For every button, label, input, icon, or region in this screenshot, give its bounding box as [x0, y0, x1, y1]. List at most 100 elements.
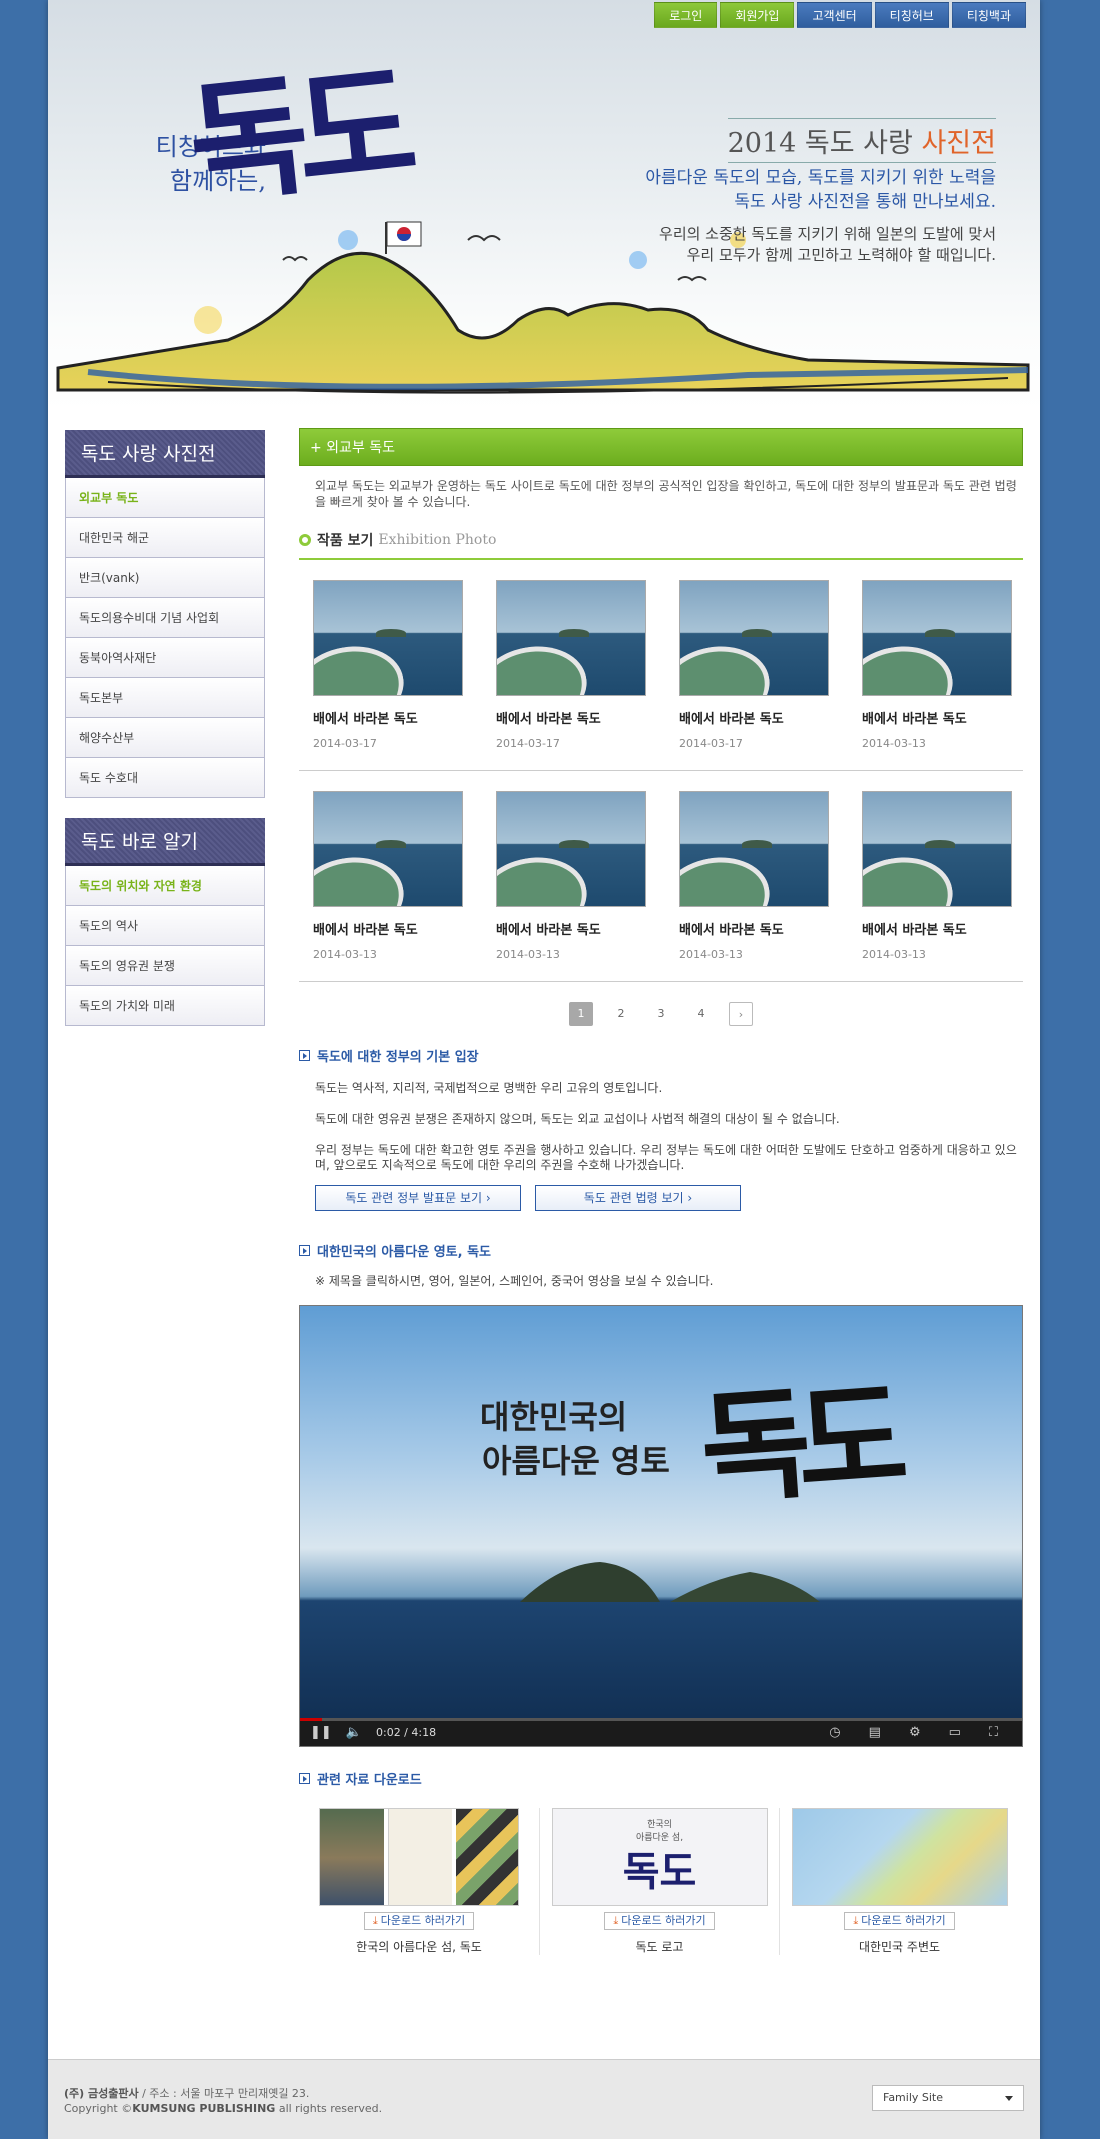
- play-bullet-icon: [299, 1773, 310, 1784]
- download-section-title: 관련 자료 다운로드: [317, 1773, 422, 1788]
- gov-laws-button[interactable]: 독도 관련 법령 보기 ›: [535, 1185, 741, 1211]
- sidebar: 독도 사랑 사진전 외교부 독도 대한민국 해군 반크(vank) 독도의용수비…: [65, 430, 265, 1046]
- sidebar-item-vank[interactable]: 반크(vank): [65, 558, 265, 598]
- nav-teaching-encyclopedia[interactable]: 티칭백과: [951, 2, 1026, 28]
- video-heading: 대한민국의 아름다운 영토, 독도: [299, 1241, 1023, 1260]
- gallery-item[interactable]: 배에서 바라본 독도 2014-03-17: [679, 580, 829, 750]
- photo-thumbnail[interactable]: [679, 580, 829, 696]
- watch-later-icon[interactable]: ◷: [829, 1725, 840, 1740]
- gallery-item[interactable]: 배에서 바라본 독도 2014-03-13: [862, 791, 1012, 961]
- book-cover-image: [319, 1808, 519, 1906]
- gallery-item[interactable]: 배에서 바라본 독도 2014-03-17: [496, 580, 646, 750]
- dokdo-logo-image: 한국의 아름다운 섬, 독도: [551, 1808, 768, 1906]
- exhibition-title: 작품 보기: [317, 533, 374, 549]
- gov-statements-button[interactable]: 독도 관련 정부 발표문 보기 ›: [315, 1185, 521, 1211]
- page-1[interactable]: 1: [569, 1002, 593, 1026]
- footer: (주) 금성출판사 / 주소 : 서울 마포구 만리재옛길 23. Copyri…: [48, 2059, 1040, 2139]
- photo-caption[interactable]: 배에서 바라본 독도: [679, 919, 829, 938]
- download-button[interactable]: ⤓ 다운로드 하러가기: [844, 1912, 955, 1930]
- photo-caption[interactable]: 배에서 바라본 독도: [862, 708, 1012, 727]
- download-button[interactable]: ⤓ 다운로드 하러가기: [604, 1912, 715, 1930]
- island-silhouette: [520, 1562, 820, 1602]
- video-title-line2: 아름다운 영토: [482, 1442, 670, 1480]
- play-bullet-icon: [299, 1245, 310, 1256]
- theater-mode-icon[interactable]: ▭: [949, 1725, 961, 1740]
- sidebar-item-dokdo-headquarters[interactable]: 독도본부: [65, 678, 265, 718]
- photo-caption[interactable]: 배에서 바라본 독도: [313, 919, 463, 938]
- next-page-icon[interactable]: ›: [729, 1002, 753, 1026]
- photo-caption[interactable]: 배에서 바라본 독도: [679, 708, 829, 727]
- family-site-select[interactable]: Family Site: [872, 2085, 1024, 2111]
- download-item-name: 한국의 아름다운 섬, 독도: [356, 1940, 482, 1954]
- sidebar-item-dokdo-guardians[interactable]: 독도 수호대: [65, 758, 265, 798]
- exhibition-header: 작품 보기 Exhibition Photo: [299, 530, 1023, 560]
- photo-thumbnail[interactable]: [496, 580, 646, 696]
- download-arrow-icon: ⤓: [613, 1914, 619, 1927]
- photo-thumbnail[interactable]: [862, 580, 1012, 696]
- photo-caption[interactable]: 배에서 바라본 독도: [496, 919, 646, 938]
- nav-signup[interactable]: 회원가입: [720, 2, 795, 28]
- photo-caption[interactable]: 배에서 바라본 독도: [496, 708, 646, 727]
- event-description: 우리의 소중한 독도를 지키기 위해 일본의 도발에 맞서 우리 모두가 함께 …: [659, 225, 996, 264]
- circle-bullet-icon: [299, 534, 311, 546]
- sidebar-item-volunteer-guard[interactable]: 독도의용수비대 기념 사업회: [65, 598, 265, 638]
- photo-thumbnail[interactable]: [862, 791, 1012, 907]
- pause-icon[interactable]: ❚❚: [310, 1725, 332, 1740]
- photo-date: 2014-03-13: [862, 948, 926, 961]
- exhibition-title-en: Exhibition Photo: [378, 532, 497, 548]
- photo-caption[interactable]: 배에서 바라본 독도: [862, 919, 1012, 938]
- fullscreen-icon[interactable]: ⛶: [989, 1725, 998, 1740]
- sidebar-item-dispute[interactable]: 독도의 영유권 분쟁: [65, 946, 265, 986]
- settings-gear-icon[interactable]: ⚙: [909, 1725, 921, 1740]
- gallery-item[interactable]: 배에서 바라본 독도 2014-03-17: [313, 580, 463, 750]
- photo-date: 2014-03-13: [313, 948, 377, 961]
- sidebar-item-location[interactable]: 독도의 위치와 자연 환경: [65, 866, 265, 906]
- video-progress-bar[interactable]: [300, 1718, 1022, 1721]
- sidebar-item-history[interactable]: 독도의 역사: [65, 906, 265, 946]
- gov-position-heading: 독도에 대한 정부의 기본 입장: [299, 1046, 1023, 1065]
- nav-teaching-hub[interactable]: 티칭허브: [874, 2, 949, 28]
- sidebar-item-mofa[interactable]: 외교부 독도: [65, 478, 265, 518]
- photo-thumbnail[interactable]: [679, 791, 829, 907]
- download-list: ⤓ 다운로드 하러가기 한국의 아름다운 섬, 독도 한국의 아름다운 섬, 독도…: [299, 1808, 1023, 1955]
- photo-date: 2014-03-17: [313, 737, 377, 750]
- download-button[interactable]: ⤓ 다운로드 하러가기: [363, 1912, 475, 1930]
- gov-position-title: 독도에 대한 정부의 기본 입장: [317, 1050, 479, 1065]
- volume-icon[interactable]: 🔈: [346, 1725, 362, 1740]
- gallery-item[interactable]: 배에서 바라본 독도 2014-03-13: [862, 580, 1012, 750]
- photo-thumbnail[interactable]: [313, 580, 463, 696]
- download-heading: 관련 자료 다운로드: [299, 1769, 1023, 1788]
- sidebar-box-photo-exhibition: 독도 사랑 사진전 외교부 독도 대한민국 해군 반크(vank) 독도의용수비…: [65, 430, 265, 798]
- download-item: 한국의 아름다운 섬, 독도 ⤓ 다운로드 하러가기 독도 로고: [539, 1808, 779, 1955]
- photo-thumbnail[interactable]: [496, 791, 646, 907]
- gallery-item[interactable]: 배에서 바라본 독도 2014-03-13: [496, 791, 646, 961]
- video-player[interactable]: 대한민국의 아름다운 영토 독도 ❚❚ 🔈 0:02 / 4:18 ◷ ▤ ⚙ …: [299, 1305, 1023, 1747]
- photo-date: 2014-03-13: [679, 948, 743, 961]
- photo-thumbnail[interactable]: [313, 791, 463, 907]
- photo-caption[interactable]: 배에서 바라본 독도: [313, 708, 463, 727]
- gov-buttons: 독도 관련 정부 발표문 보기 › 독도 관련 법령 보기 ›: [315, 1185, 1023, 1211]
- page-4[interactable]: 4: [689, 1002, 713, 1026]
- page-3[interactable]: 3: [649, 1002, 673, 1026]
- copyright-brand: KUMSUNG PUBLISHING: [132, 2102, 276, 2115]
- gallery-item[interactable]: 배에서 바라본 독도 2014-03-13: [679, 791, 829, 961]
- section-title: + 외교부 독도: [299, 428, 1023, 466]
- sidebar-item-oceans-fisheries[interactable]: 해양수산부: [65, 718, 265, 758]
- nav-login[interactable]: 로그인: [654, 2, 718, 28]
- video-note: ※ 제목을 클릭하시면, 영어, 일본어, 스페인어, 중국어 영상을 보실 수…: [315, 1274, 714, 1288]
- sidebar-item-value-future[interactable]: 독도의 가치와 미래: [65, 986, 265, 1026]
- nav-customer-center[interactable]: 고객센터: [797, 2, 872, 28]
- event-subtitle: 아름다운 독도의 모습, 독도를 지키기 위한 노력을 독도 사랑 사진전을 통…: [645, 168, 996, 212]
- gallery-item[interactable]: 배에서 바라본 독도 2014-03-13: [313, 791, 463, 961]
- sidebar-item-navy[interactable]: 대한민국 해군: [65, 518, 265, 558]
- chevron-down-icon: [1005, 2096, 1013, 2101]
- header-banner: 티칭허브와 함께하는, 독도 2014 독도 사랑 사진전 아름다운 독도의 모…: [48, 0, 1040, 412]
- sidebar-item-northeast-asian-history[interactable]: 동북아역사재단: [65, 638, 265, 678]
- download-arrow-icon: ⤓: [853, 1914, 859, 1927]
- page-2[interactable]: 2: [609, 1002, 633, 1026]
- video-title-big: 독도: [696, 1366, 899, 1521]
- section-intro: 외교부 독도는 외교부가 운영하는 독도 사이트로 독도에 대한 정부의 공식적…: [315, 479, 1017, 509]
- video-section-title[interactable]: 대한민국의 아름다운 영토, 독도: [317, 1241, 491, 1260]
- captions-icon[interactable]: ▤: [869, 1725, 881, 1740]
- sidebar-title: 독도 바로 알기: [65, 818, 265, 866]
